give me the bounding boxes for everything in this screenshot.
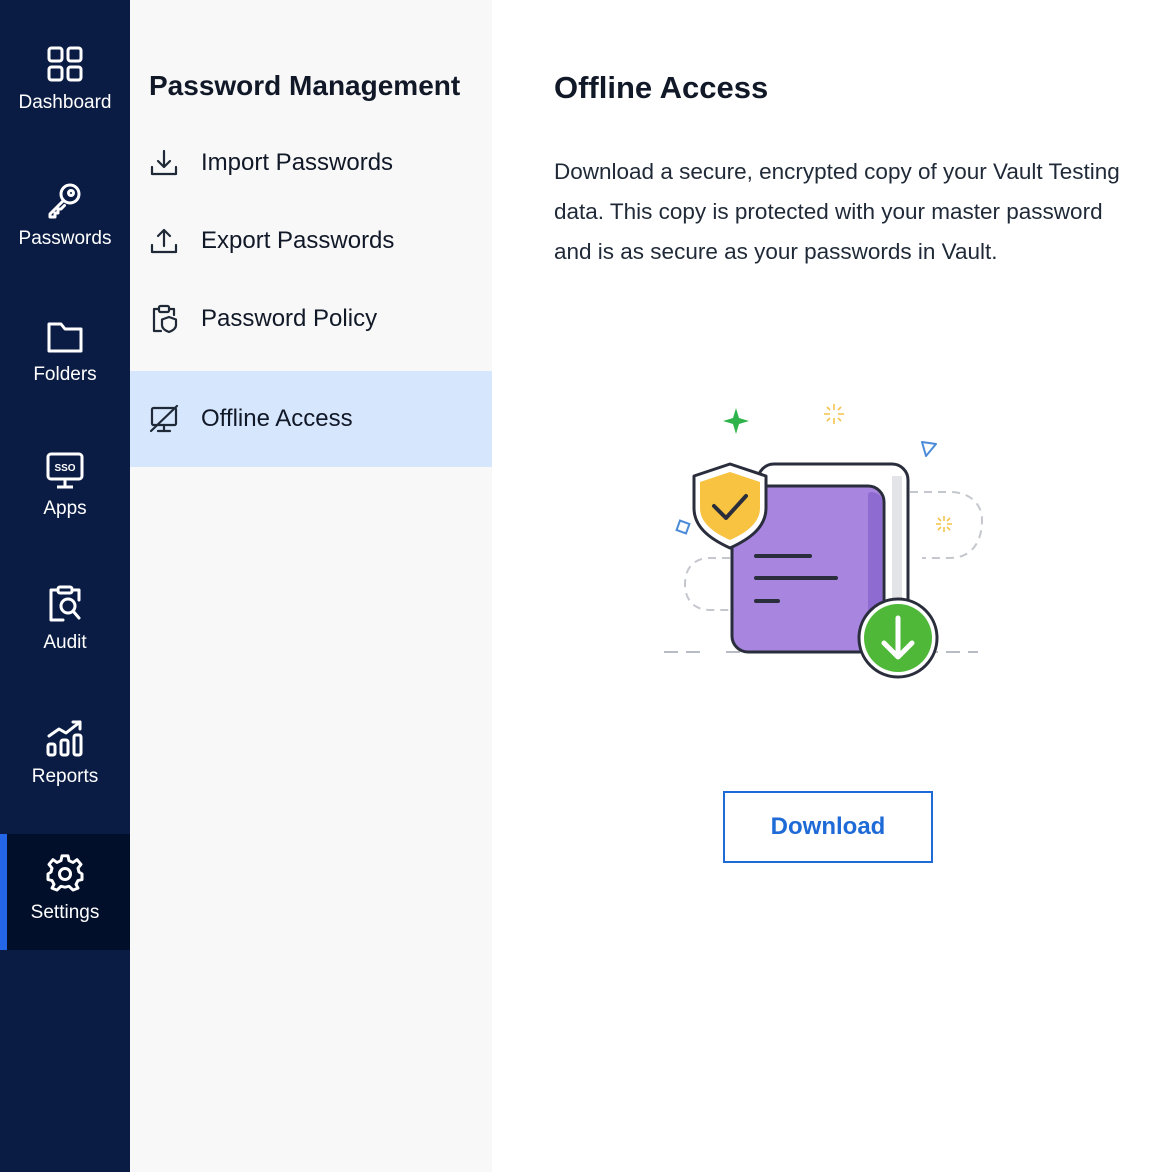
reports-icon [46, 720, 83, 757]
sidebar-item-label: Folders [33, 364, 97, 385]
subnav-title: Password Management [149, 70, 461, 101]
sidebar-item-label: Audit [43, 632, 87, 653]
page-description: Download a secure, encrypted copy of you… [554, 159, 1120, 264]
main-content: Offline Access Download a secure, encryp… [492, 0, 1168, 1172]
sidebar-item-label: Settings [30, 902, 100, 923]
import-icon [150, 149, 178, 176]
key-icon [48, 183, 81, 219]
sidebar-item-passwords[interactable]: Passwords [0, 180, 130, 296]
subnav-item-label: Export Passwords [201, 227, 395, 254]
sidebar-item-settings[interactable]: Settings [0, 834, 130, 950]
sso-monitor-icon: SSO [46, 452, 84, 489]
subnav-item-offline-access[interactable]: Offline Access [130, 371, 492, 467]
subnav-item-label: Offline Access [201, 405, 353, 432]
subnav-item-export-passwords[interactable]: Export Passwords [130, 202, 492, 280]
settings-subnav: Password Management Import Passwords Exp… [130, 0, 492, 1172]
export-icon [150, 228, 178, 254]
sidebar-item-label: Apps [43, 498, 87, 519]
gear-icon [46, 854, 84, 892]
audit-icon [49, 585, 81, 622]
sidebar-item-label: Dashboard [18, 92, 112, 113]
subnav-item-import-passwords[interactable]: Import Passwords [130, 124, 492, 202]
sidebar-item-folders[interactable]: Folders [0, 316, 130, 432]
sidebar-item-audit[interactable]: Audit [0, 584, 130, 700]
folder-icon [47, 322, 83, 353]
policy-icon [152, 304, 178, 334]
download-button[interactable]: Download [723, 791, 933, 863]
sidebar-item-dashboard[interactable]: Dashboard [0, 44, 130, 160]
sidebar-item-reports[interactable]: Reports [0, 718, 130, 834]
offline-download-illustration [664, 404, 984, 679]
subnav-item-label: Password Policy [201, 305, 378, 332]
subnav-item-label: Import Passwords [201, 149, 394, 176]
offline-monitor-icon [149, 404, 179, 433]
subnav-item-password-policy[interactable]: Password Policy [130, 280, 492, 358]
sidebar-item-label: Reports [31, 766, 99, 787]
sidebar-item-label: Passwords [18, 228, 112, 249]
svg-text:SSO: SSO [54, 463, 75, 474]
sidebar-item-apps[interactable]: SSO Apps [0, 450, 130, 566]
page-title: Offline Access [554, 70, 769, 105]
dashboard-icon [47, 46, 83, 82]
primary-sidebar: Dashboard Passwords Folders SSO Apps Aud… [0, 0, 130, 1172]
